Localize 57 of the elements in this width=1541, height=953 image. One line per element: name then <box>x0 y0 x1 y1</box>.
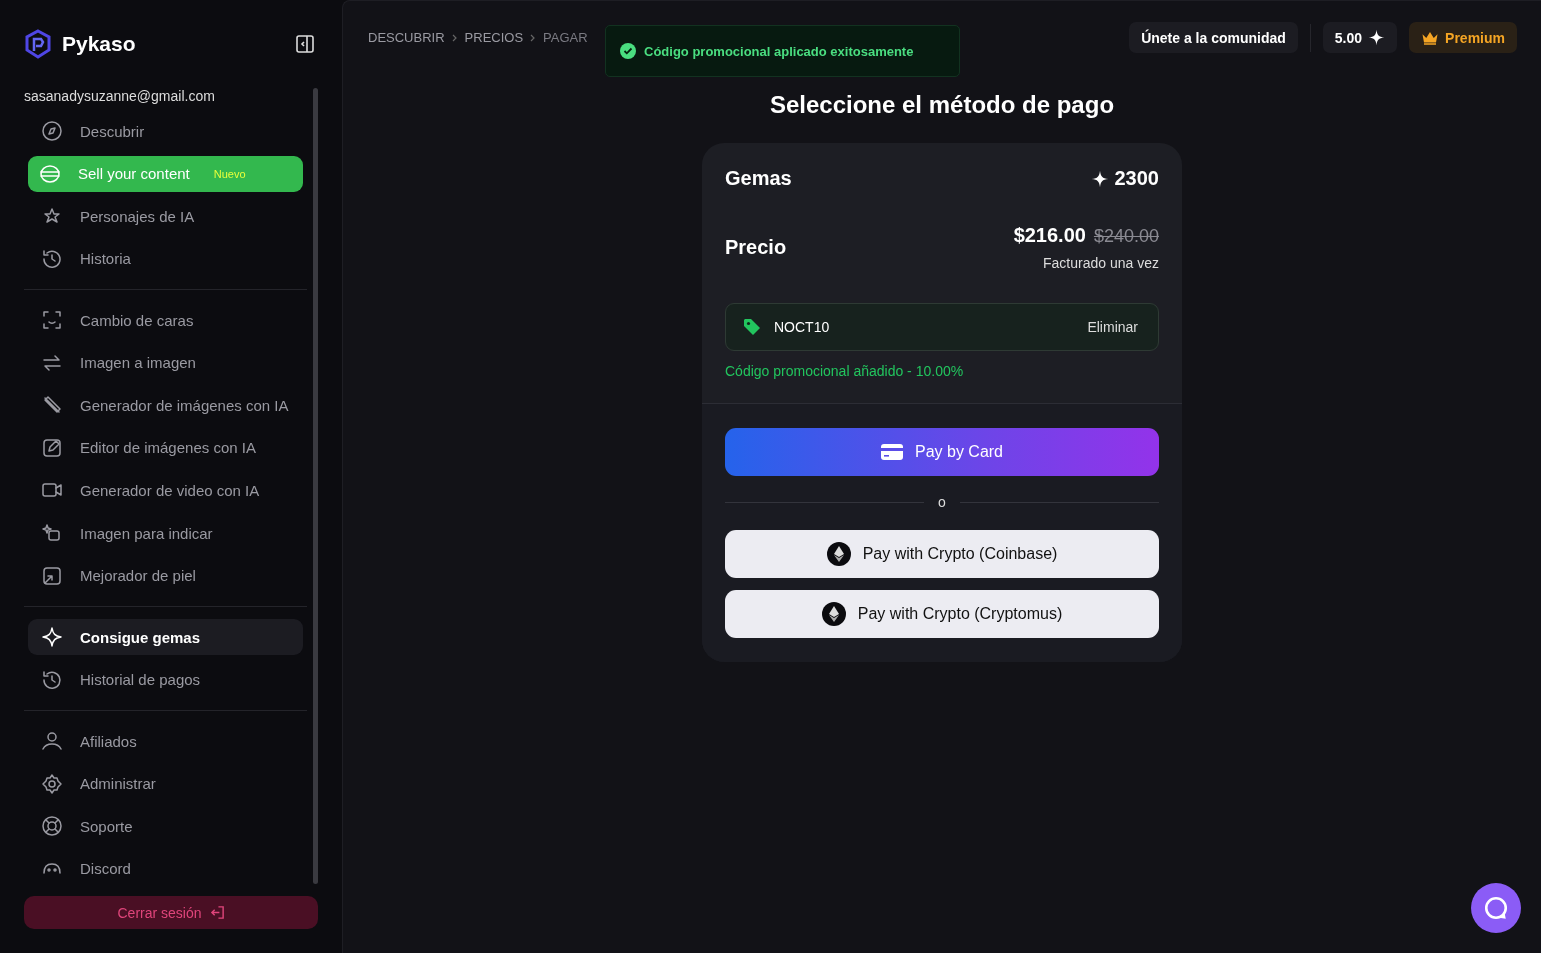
sparkle-icon <box>1368 29 1386 46</box>
nav-item[interactable]: Historia <box>28 240 303 278</box>
nav-item[interactable]: Historial de pagos <box>28 661 303 698</box>
promo-note: Código promocional añadido - 10.00% <box>725 363 965 379</box>
nav-item[interactable]: Imagen para indicar <box>28 514 303 552</box>
tag-icon <box>742 317 762 337</box>
brand-name: Pykaso <box>62 32 137 56</box>
nav-item[interactable]: Administrar <box>28 765 303 802</box>
compass-icon <box>40 119 64 144</box>
nav-item[interactable]: Mejorador de piel <box>28 557 303 594</box>
ethereum-icon <box>826 542 851 566</box>
price-amount: $216.00 <box>1013 224 1086 247</box>
nav-item[interactable]: Soporte <box>28 807 303 845</box>
collapse-sidebar-icon[interactable] <box>296 35 314 53</box>
separator-text: o <box>938 494 946 510</box>
settings-icon <box>40 771 64 796</box>
nav-item[interactable]: Discord <box>28 850 303 887</box>
check-circle-icon <box>620 43 636 59</box>
logout-icon <box>209 905 225 920</box>
breadcrumb-link[interactable]: PAGAR <box>543 30 588 45</box>
crypto-pay-button[interactable]: Pay with Crypto (Cryptomus) <box>725 590 1159 638</box>
remove-button[interactable]: Eliminar <box>1087 319 1138 335</box>
page-title: Seleccione el método de pago <box>769 91 1115 119</box>
pay-by-card-button[interactable]: Pay by Card <box>725 428 1159 476</box>
nav-item[interactable]: Afiliados <box>28 722 303 760</box>
price-label: Precio <box>725 236 787 259</box>
breadcrumb-link[interactable]: PRECIOS <box>464 30 524 45</box>
support-icon <box>40 814 64 839</box>
chat-button[interactable] <box>1471 883 1521 933</box>
credit-card-icon <box>880 444 903 460</box>
nav-item[interactable]: Personajes de IA <box>28 198 303 235</box>
chat-bubble-icon <box>1483 895 1509 921</box>
sparkle-icon <box>40 625 64 650</box>
nav-item[interactable]: Generador de video con IA <box>28 472 303 509</box>
crypto-pay-button[interactable]: Pay with Crypto (Coinbase) <box>725 530 1159 578</box>
nav-item[interactable]: Consigue gemas <box>28 618 303 656</box>
old-price: $240.00 <box>1093 226 1159 247</box>
premium-button[interactable]: Premium <box>1409 22 1517 53</box>
nav-item[interactable]: Generador de imágenes con IA <box>28 387 303 424</box>
chevron-icon <box>450 33 459 42</box>
logout-button[interactable]: Cerrar sesión <box>24 896 318 929</box>
new-label: Nuevo <box>213 167 246 180</box>
gem-balance-button[interactable]: 5.00 <box>1322 22 1398 53</box>
nav-item[interactable]: Editor de imágenes con IA <box>28 429 303 467</box>
gems-amount: 2300 <box>1114 167 1159 190</box>
billing-note: Facturado una vez <box>1043 255 1159 271</box>
toast-message: Código promocional aplicado exitosamente <box>644 43 914 59</box>
logo-icon <box>24 29 52 59</box>
breadcrumb-link[interactable]: DESCUBRIR <box>368 30 445 45</box>
promo-code: NOCT10 <box>774 319 831 335</box>
nav-item[interactable]: Imagen a imagen <box>28 344 303 382</box>
nav-item[interactable]: Cambio de caras <box>28 302 303 339</box>
gems-label: Gemas <box>725 167 792 190</box>
nav-item[interactable]: Descubrir <box>28 113 303 150</box>
community-button[interactable]: Únete a la comunidad <box>1129 22 1298 53</box>
user-email: sasanadysuzanne@gmail.com <box>24 88 216 104</box>
ethereum-icon <box>821 602 846 626</box>
